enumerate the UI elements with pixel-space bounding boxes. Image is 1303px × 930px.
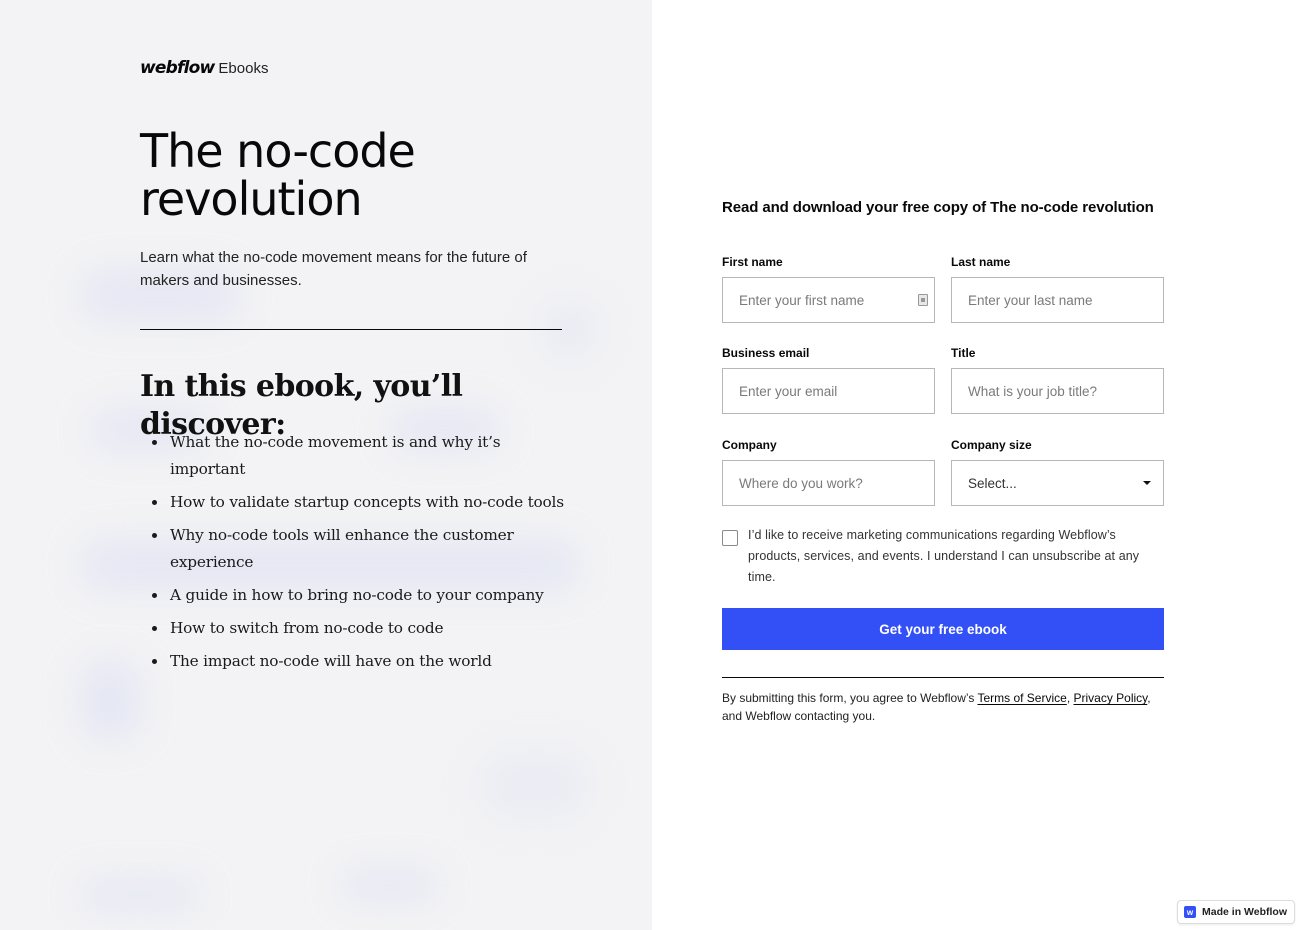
get-ebook-button[interactable]: Get your free ebook [722, 608, 1164, 650]
job-title-input[interactable] [968, 383, 1147, 399]
list-item: What the no-code movement is and why it’… [152, 429, 572, 483]
list-item: The impact no-code will have on the worl… [152, 648, 572, 675]
company-field-group: Company [722, 437, 935, 506]
company-input-wrapper[interactable] [722, 460, 935, 506]
list-item: A guide in how to bring no-code to your … [152, 582, 572, 609]
list-item: Why no-code tools will enhance the custo… [152, 522, 572, 576]
last-name-input-wrapper[interactable] [951, 277, 1164, 323]
marketing-consent: I’d like to receive marketing communicat… [722, 525, 1164, 588]
first-name-label: First name [722, 255, 783, 269]
company-size-selected-value: Select... [968, 475, 1017, 491]
webflow-icon: w [1184, 906, 1197, 918]
email-input[interactable] [739, 383, 918, 399]
marketing-consent-checkbox[interactable] [722, 530, 738, 546]
contact-autofill-icon[interactable] [918, 294, 928, 306]
company-label: Company [722, 438, 777, 452]
legal-prefix: By submitting this form, you agree to We… [722, 691, 978, 705]
first-name-field-group: First name [722, 254, 935, 323]
company-size-select[interactable]: Select... [951, 460, 1164, 506]
logo[interactable]: webflow Ebooks [140, 58, 268, 78]
badge-label: Made in Webflow [1202, 906, 1287, 918]
email-label: Business email [722, 346, 810, 360]
marketing-consent-label: I’d like to receive marketing communicat… [748, 528, 1140, 584]
divider [722, 677, 1164, 678]
divider [140, 329, 562, 330]
job-title-input-wrapper[interactable] [951, 368, 1164, 414]
logo-section-label: Ebooks [218, 60, 269, 77]
webflow-logo: webflow [140, 58, 215, 78]
email-field-group: Business email [722, 345, 935, 414]
form-panel: Read and download your free copy of The … [652, 0, 1303, 930]
job-title-label: Title [951, 346, 976, 360]
form-title: Read and download your free copy of The … [722, 199, 1154, 216]
page-subtitle: Learn what the no-code movement means fo… [140, 249, 527, 289]
chevron-down-icon [1143, 481, 1151, 485]
list-item: How to switch from no-code to code [152, 615, 572, 642]
privacy-policy-link[interactable]: Privacy Policy [1073, 691, 1147, 705]
first-name-input[interactable] [739, 292, 918, 308]
last-name-label: Last name [951, 255, 1011, 269]
company-size-field-group: Company size Select... [951, 437, 1164, 506]
company-size-label: Company size [951, 438, 1032, 452]
last-name-input[interactable] [968, 292, 1147, 308]
list-item: How to validate startup concepts with no… [152, 489, 572, 516]
title-field-group: Title [951, 345, 1164, 414]
last-name-field-group: Last name [951, 254, 1164, 323]
company-input[interactable] [739, 475, 918, 491]
made-in-webflow-badge[interactable]: w Made in Webflow [1177, 900, 1295, 924]
email-input-wrapper[interactable] [722, 368, 935, 414]
discover-list: What the no-code movement is and why it’… [152, 429, 572, 681]
hero-panel: webflow Ebooks The no-code revolution Le… [0, 0, 652, 930]
terms-of-service-link[interactable]: Terms of Service [977, 691, 1066, 705]
first-name-input-wrapper[interactable] [722, 277, 935, 323]
page-title: The no-code revolution [140, 124, 416, 226]
legal-notice: By submitting this form, you agree to We… [722, 689, 1164, 725]
